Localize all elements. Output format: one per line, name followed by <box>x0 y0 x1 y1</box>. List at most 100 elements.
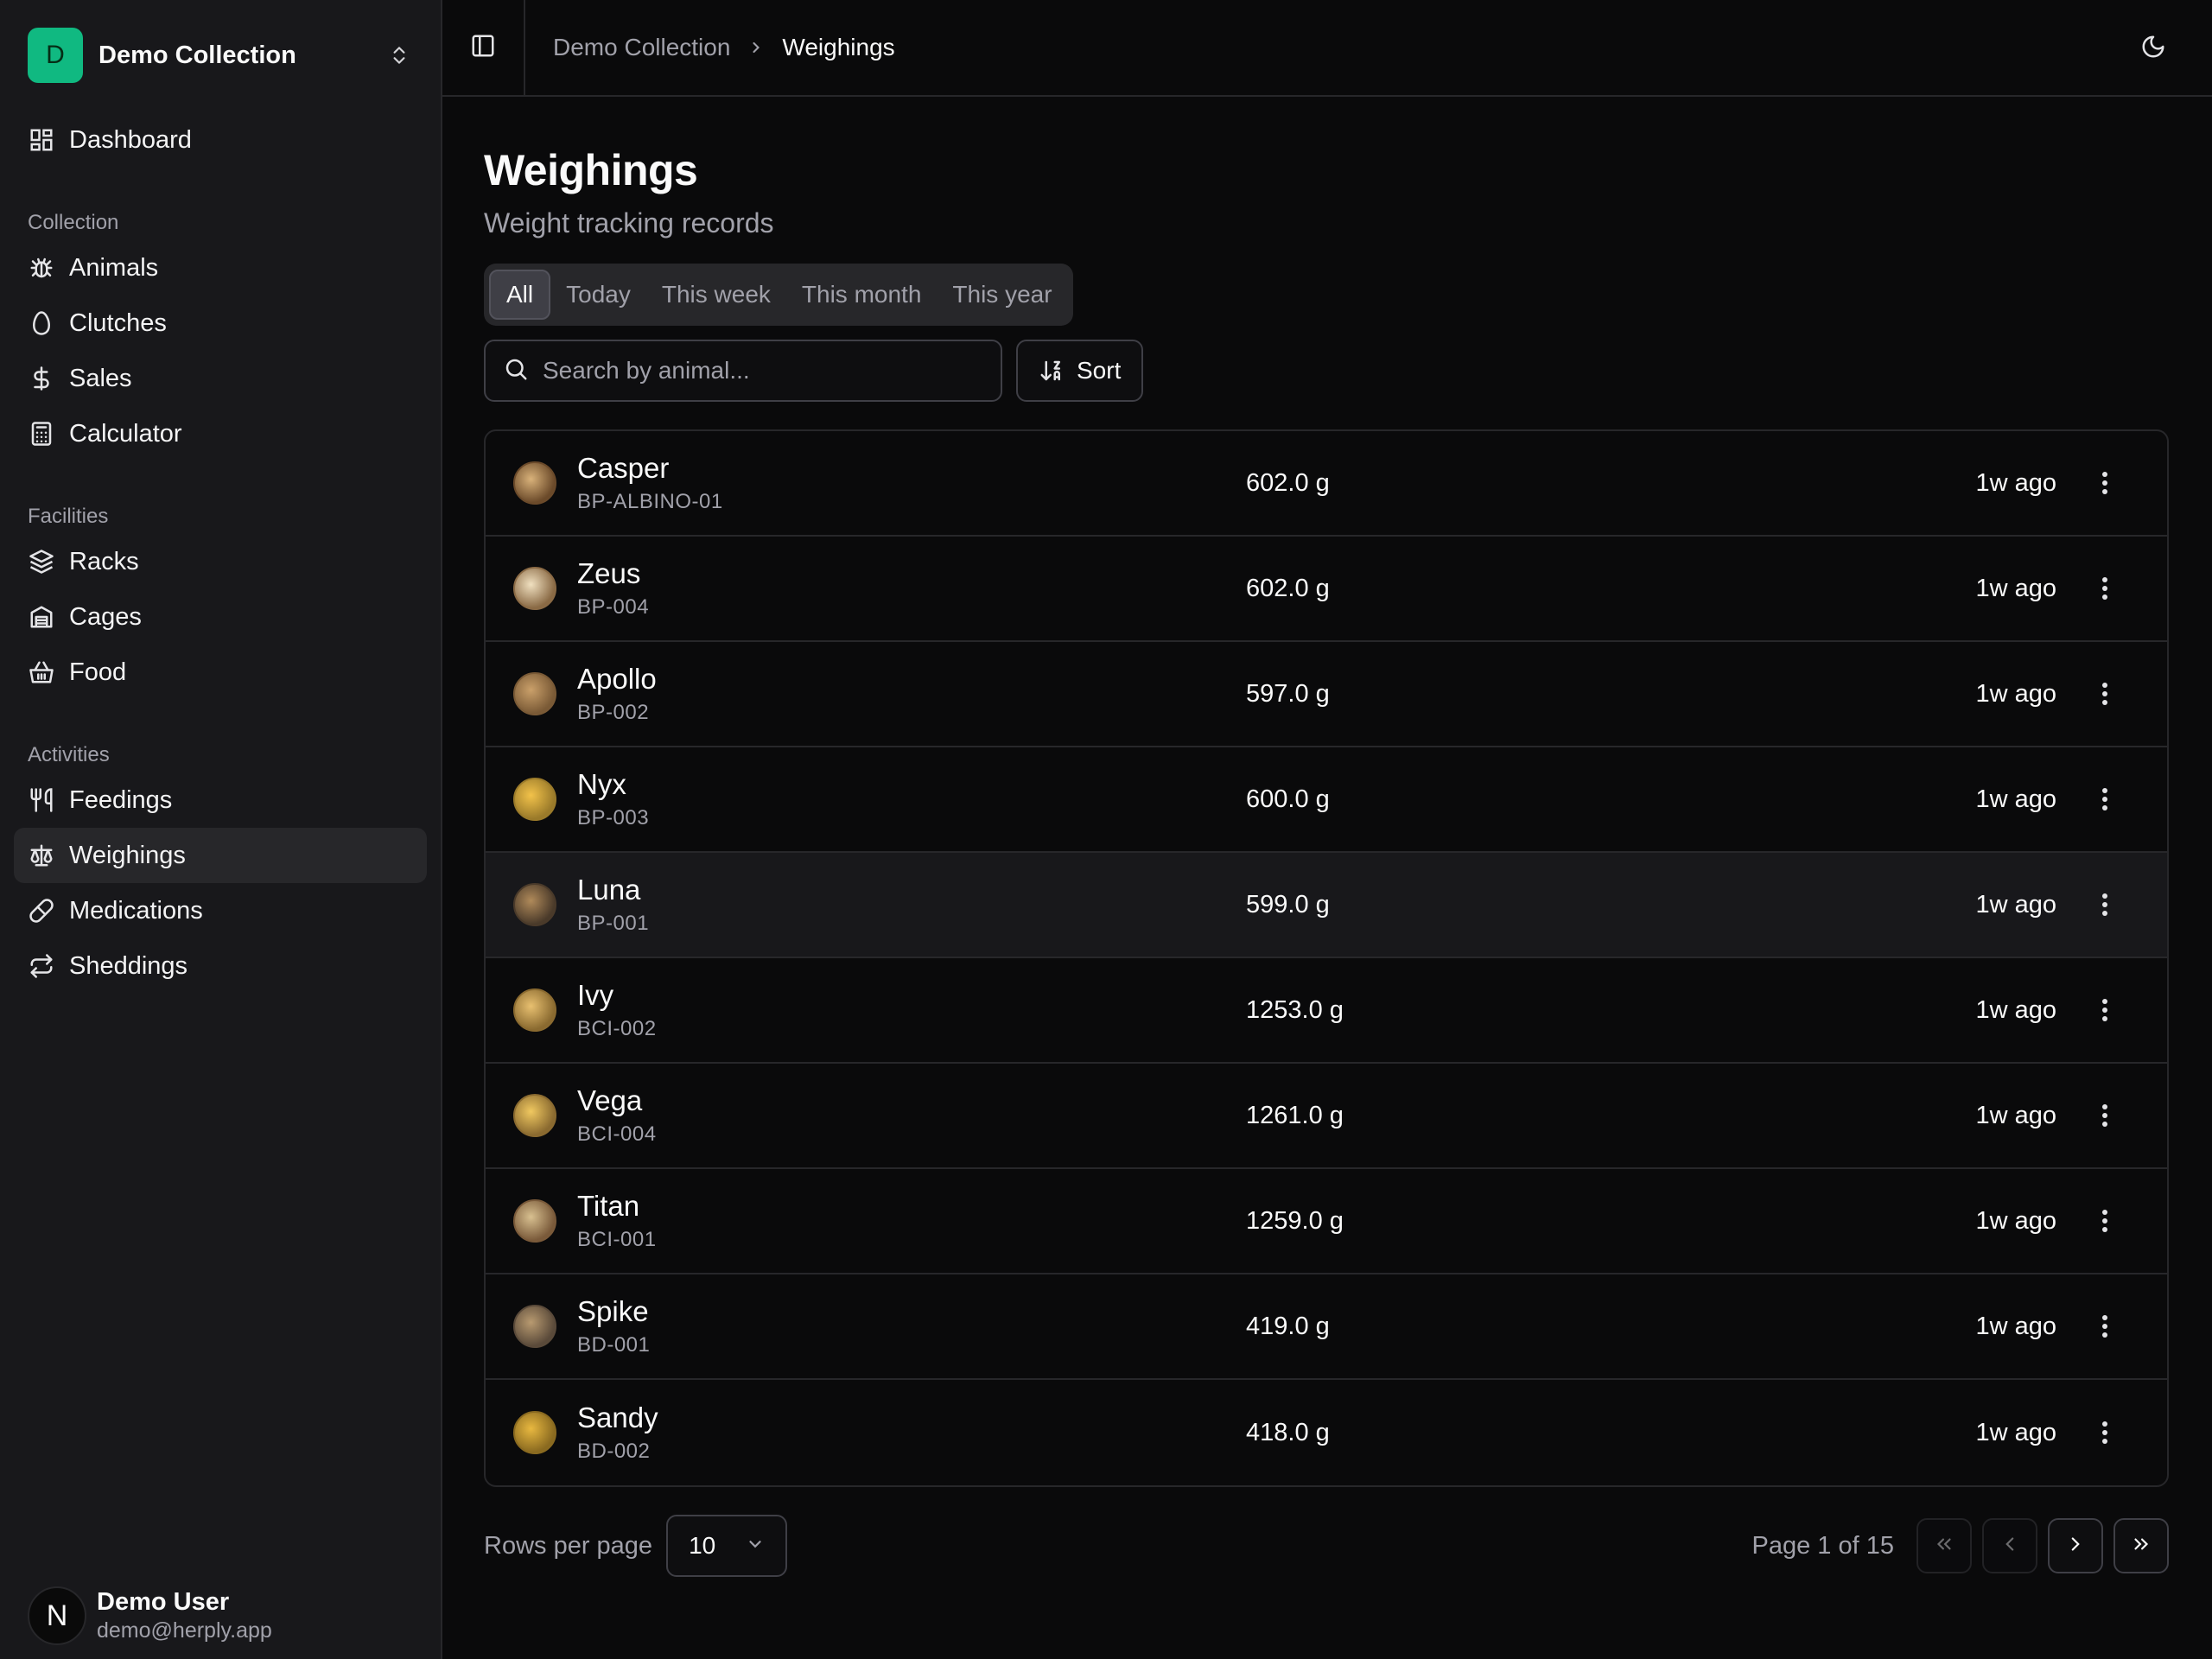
table-row[interactable]: Luna BP-001 599.0 g 1w ago <box>486 853 2167 958</box>
animal-name[interactable]: Apollo <box>577 663 1225 696</box>
animal-name[interactable]: Ivy <box>577 979 1225 1012</box>
more-vertical-icon[interactable] <box>2091 1098 2119 1133</box>
tab-all[interactable]: All <box>489 270 551 320</box>
sidebar-item-food[interactable]: Food <box>14 645 427 700</box>
topbar: Demo Collection Weighings <box>442 0 2212 97</box>
sidebar-item-cages[interactable]: Cages <box>14 589 427 645</box>
sidebar-item-label: Medications <box>69 896 203 925</box>
table-row[interactable]: Nyx BP-003 600.0 g 1w ago <box>486 747 2167 853</box>
moon-icon <box>2140 34 2166 64</box>
animal-name[interactable]: Spike <box>577 1295 1225 1328</box>
more-vertical-icon[interactable] <box>2091 677 2119 711</box>
dollar-sign-icon <box>28 365 55 392</box>
main-content: Demo Collection Weighings Weighings Weig… <box>442 0 2212 1659</box>
animal-code: BP-003 <box>577 806 650 830</box>
timestamp: 1w ago <box>1975 1418 2056 1446</box>
timestamp: 1w ago <box>1975 785 2056 813</box>
more-vertical-icon[interactable] <box>2091 887 2119 922</box>
chevron-right-icon <box>747 39 765 56</box>
animal-name[interactable]: Luna <box>577 874 1225 906</box>
more-vertical-icon[interactable] <box>2091 1309 2119 1344</box>
more-vertical-icon[interactable] <box>2091 571 2119 606</box>
sidebar-item-label: Feedings <box>69 785 173 814</box>
table-row[interactable]: Sandy BD-002 418.0 g 1w ago <box>486 1380 2167 1485</box>
sidebar-item-sales[interactable]: Sales <box>14 351 427 406</box>
sidebar-item-animals[interactable]: Animals <box>14 240 427 296</box>
timestamp: 1w ago <box>1975 679 2056 708</box>
sidebar-item-sheddings[interactable]: Sheddings <box>14 938 427 994</box>
sidebar-item-clutches[interactable]: Clutches <box>14 296 427 351</box>
tab-this-year[interactable]: This year <box>937 270 1067 320</box>
more-vertical-icon[interactable] <box>2091 466 2119 500</box>
page-info: Page 1 of 15 <box>1751 1531 1894 1560</box>
tab-today[interactable]: Today <box>550 270 646 320</box>
tab-this-month[interactable]: This month <box>786 270 938 320</box>
tab-this-week[interactable]: This week <box>646 270 786 320</box>
sidebar-item-calculator[interactable]: Calculator <box>14 406 427 461</box>
user-name: Demo User <box>97 1588 230 1616</box>
calculator-icon <box>28 420 55 448</box>
sidebar-item-dashboard[interactable]: Dashboard <box>14 112 427 168</box>
repeat-icon <box>28 952 55 980</box>
user-menu[interactable]: N Demo User demo@herply.app <box>28 1586 272 1645</box>
animal-code: BP-002 <box>577 701 650 724</box>
chevrons-left-icon <box>1933 1533 1955 1560</box>
more-vertical-icon[interactable] <box>2091 993 2119 1027</box>
search-box[interactable] <box>484 340 1002 402</box>
animal-code: BD-002 <box>577 1440 651 1463</box>
sidebar-item-feedings[interactable]: Feedings <box>14 772 427 828</box>
table-row[interactable]: Titan BCI-001 1259.0 g 1w ago <box>486 1169 2167 1274</box>
warehouse-icon <box>28 603 55 631</box>
basket-icon <box>28 658 55 686</box>
search-input[interactable] <box>543 357 983 385</box>
animal-photo <box>513 1094 556 1137</box>
table-row[interactable]: Ivy BCI-002 1253.0 g 1w ago <box>486 958 2167 1064</box>
breadcrumb-root[interactable]: Demo Collection <box>553 34 730 61</box>
animal-photo <box>513 988 556 1032</box>
sort-icon <box>1039 358 1065 384</box>
first-page-button[interactable] <box>1916 1518 1972 1573</box>
team-name: Demo Collection <box>99 41 296 69</box>
table-row[interactable]: Vega BCI-004 1261.0 g 1w ago <box>486 1064 2167 1169</box>
next-page-button[interactable] <box>2048 1518 2103 1573</box>
previous-page-button[interactable] <box>1982 1518 2037 1573</box>
filter-bar: Sort <box>484 340 2171 402</box>
sidebar-item-racks[interactable]: Racks <box>14 534 427 589</box>
animal-name[interactable]: Casper <box>577 452 1225 485</box>
nav-group-facilities: Facilities <box>28 505 109 528</box>
table-row[interactable]: Spike BD-001 419.0 g 1w ago <box>486 1274 2167 1380</box>
weight-value: 602.0 g <box>1246 468 1330 497</box>
search-icon <box>503 356 529 386</box>
more-vertical-icon[interactable] <box>2091 1204 2119 1238</box>
sidebar-toggle-button[interactable] <box>442 0 525 96</box>
breadcrumb: Demo Collection Weighings <box>553 34 895 61</box>
table-row[interactable]: Casper BP-ALBINO-01 602.0 g 1w ago <box>486 431 2167 537</box>
animal-code: BP-001 <box>577 912 650 935</box>
rows-per-page-select[interactable]: 10 <box>666 1515 788 1577</box>
animal-name[interactable]: Sandy <box>577 1402 1225 1434</box>
more-vertical-icon[interactable] <box>2091 782 2119 817</box>
table-row[interactable]: Zeus BP-004 602.0 g 1w ago <box>486 537 2167 642</box>
animal-name[interactable]: Zeus <box>577 557 1225 590</box>
team-switcher[interactable]: D Demo Collection <box>14 14 427 97</box>
sidebar-item-medications[interactable]: Medications <box>14 883 427 938</box>
sidebar-item-label: Weighings <box>69 841 186 869</box>
table-row[interactable]: Apollo BP-002 597.0 g 1w ago <box>486 642 2167 747</box>
more-vertical-icon[interactable] <box>2091 1415 2119 1450</box>
chevron-right-icon <box>2064 1533 2087 1560</box>
weight-value: 600.0 g <box>1246 785 1330 813</box>
sidebar-item-weighings[interactable]: Weighings <box>14 828 427 883</box>
animal-photo <box>513 1305 556 1348</box>
animal-name[interactable]: Nyx <box>577 768 1225 801</box>
theme-toggle-button[interactable] <box>2136 31 2171 66</box>
weight-value: 597.0 g <box>1246 679 1330 708</box>
chevrons-right-icon <box>2130 1533 2152 1560</box>
animal-photo <box>513 1199 556 1243</box>
animal-name[interactable]: Vega <box>577 1084 1225 1117</box>
last-page-button[interactable] <box>2113 1518 2169 1573</box>
animal-name[interactable]: Titan <box>577 1190 1225 1223</box>
weighings-table: Casper BP-ALBINO-01 602.0 g 1w ago Zeus BP-00… <box>484 429 2169 1487</box>
rows-per-page-label: Rows per page <box>484 1531 653 1560</box>
sort-button[interactable]: Sort <box>1016 340 1144 402</box>
chevrons-up-down-icon[interactable] <box>385 38 413 73</box>
